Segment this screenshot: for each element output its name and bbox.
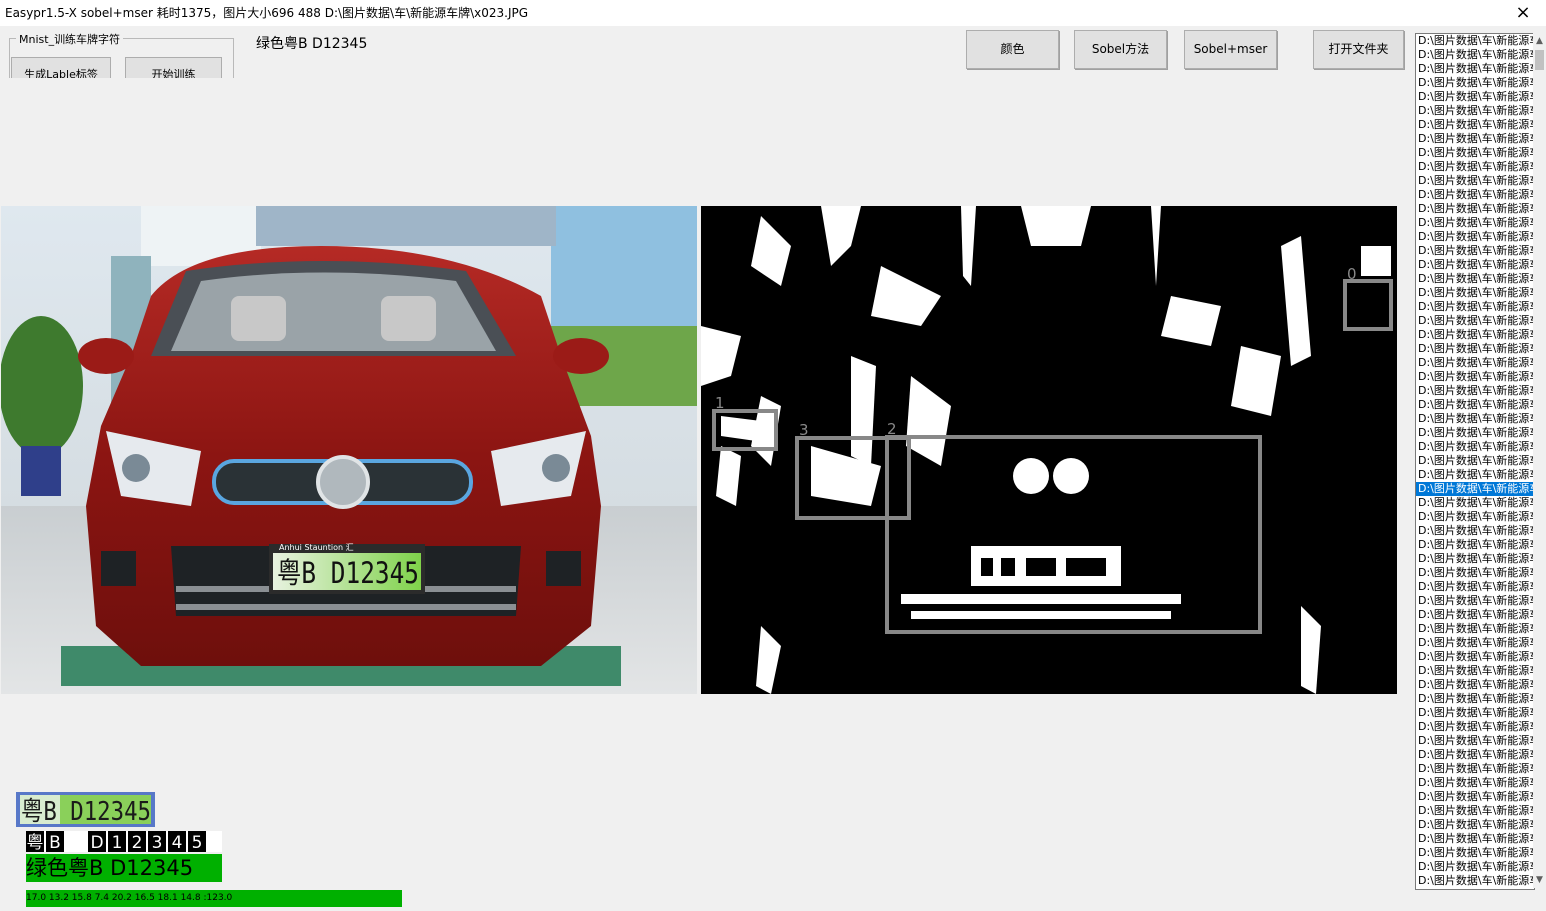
file-list-item[interactable]: D:\图片数据\车\新能源车牌: [1416, 874, 1534, 888]
file-list-item[interactable]: D:\图片数据\车\新能源车牌: [1416, 776, 1534, 790]
file-list-item[interactable]: D:\图片数据\车\新能源车牌: [1416, 552, 1534, 566]
file-list-item[interactable]: D:\图片数据\车\新能源车牌: [1416, 90, 1534, 104]
plate-brand-text: Anhui Stauntion 汇: [279, 543, 354, 552]
file-list-item[interactable]: D:\图片数据\车\新能源车牌: [1416, 622, 1534, 636]
file-list-item[interactable]: D:\图片数据\车\新能源车牌: [1416, 412, 1534, 426]
file-list-item[interactable]: D:\图片数据\车\新能源车牌: [1416, 398, 1534, 412]
box-label-0: 0: [1347, 265, 1357, 283]
file-list-item[interactable]: D:\图片数据\车\新能源车牌: [1416, 34, 1534, 48]
file-list-item[interactable]: D:\图片数据\车\新能源车牌: [1416, 790, 1534, 804]
recognized-plate-text: 绿色粤B D12345: [256, 36, 368, 52]
groupbox-clip: [0, 78, 240, 90]
source-car-image: Anhui Stauntion 汇 粤B D12345: [1, 206, 697, 694]
segmented-char: B: [49, 833, 61, 852]
binary-image: 0 1 3 2: [701, 206, 1397, 694]
scroll-up-icon[interactable]: ▲: [1533, 33, 1546, 49]
file-list-item[interactable]: D:\图片数据\车\新能源车牌: [1416, 692, 1534, 706]
scroll-thumb[interactable]: [1535, 50, 1544, 70]
file-list-item[interactable]: D:\图片数据\车\新能源车牌: [1416, 356, 1534, 370]
file-list-item[interactable]: D:\图片数据\车\新能源车牌: [1416, 608, 1534, 622]
file-list-item[interactable]: D:\图片数据\车\新能源车牌: [1416, 342, 1534, 356]
file-list-item[interactable]: D:\图片数据\车\新能源车牌: [1416, 496, 1534, 510]
train-group-legend: Mnist_训练车牌字符: [16, 31, 124, 47]
segmented-char: 2: [132, 833, 143, 852]
sobel-button[interactable]: Sobel方法: [1074, 30, 1167, 69]
file-list-item[interactable]: D:\图片数据\车\新能源车牌: [1416, 104, 1534, 118]
box-label-3: 3: [799, 421, 809, 439]
open-folder-button[interactable]: 打开文件夹: [1313, 30, 1404, 69]
segmented-characters: 粤B D12345: [26, 831, 222, 852]
list-scrollbar[interactable]: ▲ ▼: [1533, 33, 1546, 888]
file-list-item[interactable]: D:\图片数据\车\新能源车牌: [1416, 76, 1534, 90]
file-list-item[interactable]: D:\图片数据\车\新能源车牌: [1416, 370, 1534, 384]
file-list-item[interactable]: D:\图片数据\车\新能源车牌: [1416, 230, 1534, 244]
file-list-item[interactable]: D:\图片数据\车\新能源车牌: [1416, 146, 1534, 160]
file-list-item[interactable]: D:\图片数据\车\新能源车牌: [1416, 818, 1534, 832]
file-list-item[interactable]: D:\图片数据\车\新能源车牌: [1416, 216, 1534, 230]
file-list-item[interactable]: D:\图片数据\车\新能源车牌: [1416, 286, 1534, 300]
file-list-item[interactable]: D:\图片数据\车\新能源车牌: [1416, 538, 1534, 552]
file-list-item[interactable]: D:\图片数据\车\新能源车牌: [1416, 202, 1534, 216]
file-listbox[interactable]: D:\图片数据\车\新能源车牌D:\图片数据\车\新能源车牌D:\图片数据\车\…: [1415, 33, 1535, 890]
file-list-item[interactable]: D:\图片数据\车\新能源车牌: [1416, 846, 1534, 860]
file-list-item[interactable]: D:\图片数据\车\新能源车牌: [1416, 300, 1534, 314]
file-list-item[interactable]: D:\图片数据\车\新能源车牌: [1416, 636, 1534, 650]
source-plate-text: 粤B D12345: [277, 556, 419, 590]
file-list-item[interactable]: D:\图片数据\车\新能源车牌: [1416, 510, 1534, 524]
file-list-item[interactable]: D:\图片数据\车\新能源车牌: [1416, 188, 1534, 202]
file-list-item[interactable]: D:\图片数据\车\新能源车牌: [1416, 314, 1534, 328]
file-list-item[interactable]: D:\图片数据\车\新能源车牌: [1416, 566, 1534, 580]
file-list-item[interactable]: D:\图片数据\车\新能源车牌: [1416, 118, 1534, 132]
close-icon[interactable]: ×: [1500, 0, 1546, 26]
cropped-plate-text: 粤B D12345: [21, 797, 151, 827]
file-list-item[interactable]: D:\图片数据\车\新能源车牌: [1416, 804, 1534, 818]
segmented-char: 1: [112, 833, 123, 852]
file-list-item[interactable]: D:\图片数据\车\新能源车牌: [1416, 132, 1534, 146]
file-list-item[interactable]: D:\图片数据\车\新能源车牌: [1416, 678, 1534, 692]
box-label-1: 1: [715, 394, 725, 412]
file-list-item[interactable]: D:\图片数据\车\新能源车牌: [1416, 244, 1534, 258]
file-list-item[interactable]: D:\图片数据\车\新能源车牌: [1416, 594, 1534, 608]
color-button[interactable]: 颜色: [966, 30, 1059, 69]
file-list-item[interactable]: D:\图片数据\车\新能源车牌: [1416, 482, 1534, 496]
file-list-item[interactable]: D:\图片数据\车\新能源车牌: [1416, 48, 1534, 62]
segmented-char: 5: [192, 833, 203, 852]
file-list-item[interactable]: D:\图片数据\车\新能源车牌: [1416, 734, 1534, 748]
file-list-item[interactable]: D:\图片数据\车\新能源车牌: [1416, 426, 1534, 440]
box-label-2: 2: [887, 420, 897, 438]
file-list-item[interactable]: D:\图片数据\车\新能源车牌: [1416, 650, 1534, 664]
file-list-item[interactable]: D:\图片数据\车\新能源车牌: [1416, 174, 1534, 188]
segmented-char: 粤: [27, 833, 44, 852]
file-list-item[interactable]: D:\图片数据\车\新能源车牌: [1416, 258, 1534, 272]
file-list-item[interactable]: D:\图片数据\车\新能源车牌: [1416, 384, 1534, 398]
file-list-item[interactable]: D:\图片数据\车\新能源车牌: [1416, 860, 1534, 874]
file-list-item[interactable]: D:\图片数据\车\新能源车牌: [1416, 160, 1534, 174]
segmented-char: 3: [152, 833, 163, 852]
sobel-mser-button[interactable]: Sobel+mser: [1184, 30, 1277, 69]
window-title: Easypr1.5-X sobel+mser 耗时1375，图片大小696 48…: [5, 6, 529, 20]
file-list-item[interactable]: D:\图片数据\车\新能源车牌: [1416, 762, 1534, 776]
file-list-item[interactable]: D:\图片数据\车\新能源车牌: [1416, 328, 1534, 342]
file-list-item[interactable]: D:\图片数据\车\新能源车牌: [1416, 440, 1534, 454]
file-list-item[interactable]: D:\图片数据\车\新能源车牌: [1416, 454, 1534, 468]
file-list-item[interactable]: D:\图片数据\车\新能源车牌: [1416, 580, 1534, 594]
file-list-item[interactable]: D:\图片数据\车\新能源车牌: [1416, 468, 1534, 482]
segmented-char: 4: [172, 833, 183, 852]
file-list-item[interactable]: D:\图片数据\车\新能源车牌: [1416, 748, 1534, 762]
cropped-plate-image: 粤B D12345: [16, 792, 155, 827]
file-list-item[interactable]: D:\图片数据\车\新能源车牌: [1416, 720, 1534, 734]
file-list-item[interactable]: D:\图片数据\车\新能源车牌: [1416, 664, 1534, 678]
result-label: 绿色粤B D12345: [26, 854, 222, 882]
result-scores: 17.0 13.2 15.8 7.4 20.2 16.5 18.1 14.8 :…: [26, 890, 402, 907]
file-list-item[interactable]: D:\图片数据\车\新能源车牌: [1416, 62, 1534, 76]
title-bar: Easypr1.5-X sobel+mser 耗时1375，图片大小696 48…: [0, 0, 1546, 26]
file-list-item[interactable]: D:\图片数据\车\新能源车牌: [1416, 272, 1534, 286]
file-list-item[interactable]: D:\图片数据\车\新能源车牌: [1416, 524, 1534, 538]
scroll-down-icon[interactable]: ▼: [1533, 872, 1546, 888]
file-list-item[interactable]: D:\图片数据\车\新能源车牌: [1416, 832, 1534, 846]
segmented-char: D: [90, 833, 103, 852]
file-list-item[interactable]: D:\图片数据\车\新能源车牌: [1416, 706, 1534, 720]
